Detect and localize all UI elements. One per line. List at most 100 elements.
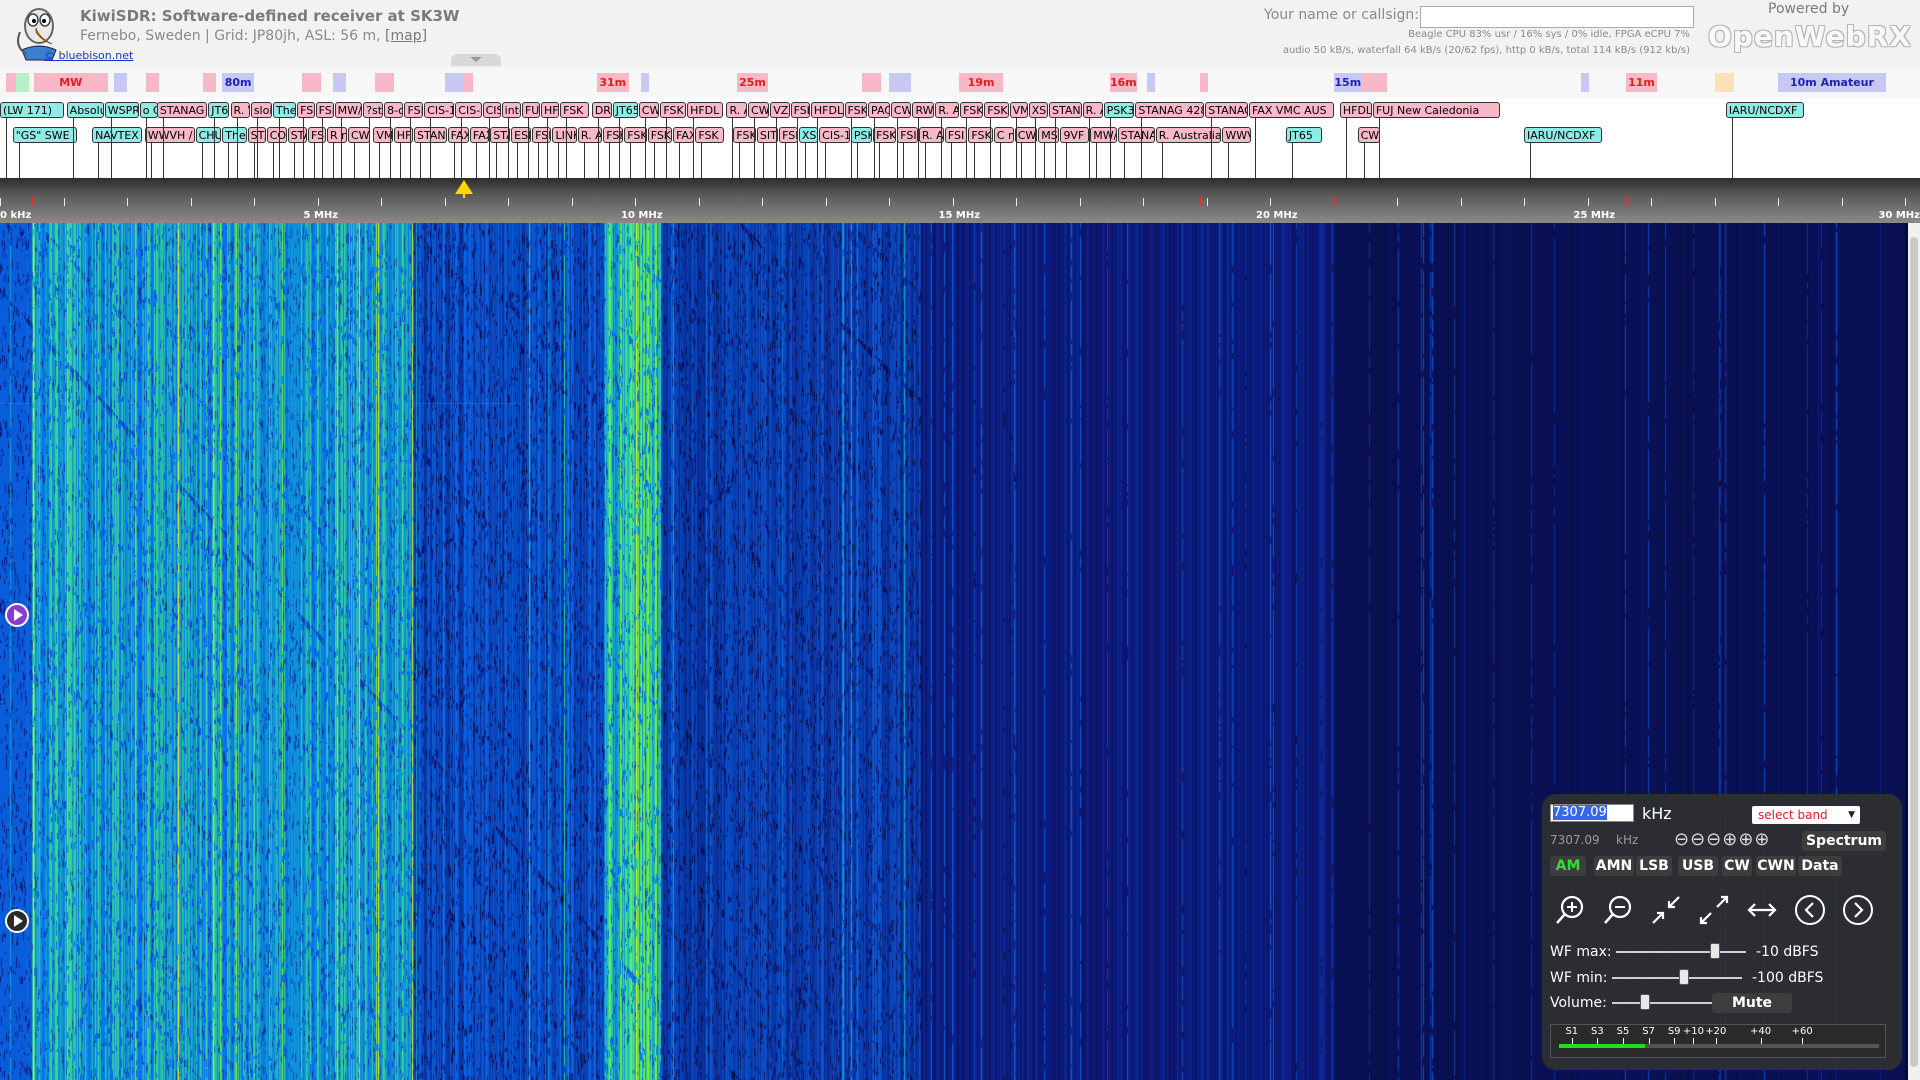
openwebrx-logo[interactable]: OpenWebRX xyxy=(1708,20,1912,53)
dx-station-label[interactable]: PAC xyxy=(868,102,890,118)
dx-station-label[interactable]: FSK xyxy=(873,127,897,143)
dx-station-label[interactable]: FSK xyxy=(960,102,984,118)
dx-station-label[interactable]: R. A xyxy=(918,127,944,143)
scrollbar-thumb[interactable] xyxy=(1910,237,1918,1067)
dx-station-label[interactable]: VM xyxy=(1009,102,1028,118)
callsign-input[interactable] xyxy=(1420,6,1694,28)
band-31m[interactable]: 31m xyxy=(596,73,629,92)
dx-station-label[interactable]: C n xyxy=(993,127,1014,143)
band-segment[interactable] xyxy=(1714,73,1734,92)
dx-station-label[interactable]: CIS-1 xyxy=(819,127,850,143)
dx-station-label[interactable]: FSK xyxy=(404,102,424,118)
band-11m[interactable]: 11m xyxy=(1625,73,1658,92)
credit-text[interactable]: © bluebison.net xyxy=(44,49,133,62)
dx-station-label[interactable]: WWV xyxy=(1222,127,1252,143)
band-segment[interactable] xyxy=(114,73,127,92)
dx-station-label[interactable]: CW xyxy=(890,102,912,118)
dx-station-label[interactable]: FAX xyxy=(447,127,469,143)
dx-station-label[interactable]: FAX xyxy=(469,127,490,143)
dx-station-label[interactable]: o C xyxy=(139,102,158,118)
band-segment[interactable] xyxy=(1200,73,1209,92)
dx-station-label[interactable]: LINK xyxy=(552,127,577,143)
band-segment[interactable] xyxy=(6,73,16,92)
dx-station-label[interactable]: R. A xyxy=(935,102,960,118)
dx-station-label[interactable]: STANAG xyxy=(1205,102,1249,118)
band-segment[interactable] xyxy=(203,73,216,92)
dx-station-label[interactable]: (LW 171) xyxy=(0,102,64,118)
dx-station-label[interactable]: CIS- xyxy=(455,102,482,118)
dx-station-label[interactable]: RWI xyxy=(912,102,935,118)
band-mw[interactable]: MW xyxy=(33,73,108,92)
mode-amn-button[interactable]: AMN xyxy=(1594,856,1634,876)
dx-station-label[interactable]: HFDL xyxy=(810,102,844,118)
dx-station-label[interactable]: IARU/NCDXF xyxy=(1725,102,1804,118)
dx-station-label[interactable]: FSK xyxy=(695,127,725,143)
band-segment[interactable] xyxy=(301,73,322,92)
dx-station-label[interactable]: WWVH / xyxy=(144,127,195,143)
dx-station-label[interactable]: WSPR xyxy=(104,102,139,118)
waterfall-scrollbar[interactable] xyxy=(1908,223,1920,1080)
frequency-step-buttons[interactable]: ⊖⊖⊖⊕⊕⊕ xyxy=(1674,829,1771,850)
dx-station-label[interactable]: FSI xyxy=(897,127,918,143)
dx-station-label[interactable]: Absolu xyxy=(66,102,104,118)
play-icon[interactable] xyxy=(5,909,29,933)
dx-station-label[interactable]: XSt xyxy=(798,127,819,143)
band-select[interactable]: select band ▼ xyxy=(1752,806,1860,824)
dx-station-label[interactable]: STANA xyxy=(1117,127,1155,143)
page-right-icon[interactable] xyxy=(1840,892,1876,928)
dx-station-label[interactable]: FSK xyxy=(603,127,624,143)
band-15m[interactable]: 15m xyxy=(1333,73,1363,92)
dx-station-label[interactable]: IARU/NCDXF xyxy=(1524,127,1602,143)
dx-station-label[interactable]: FSI xyxy=(307,127,327,143)
band-25m[interactable]: 25m xyxy=(736,73,769,92)
dx-station-label[interactable]: CIS-1 xyxy=(424,102,455,118)
zoom-max-in-icon[interactable] xyxy=(1648,892,1684,928)
dx-station-label[interactable]: JT65 xyxy=(1285,127,1322,143)
band-10m-amateur[interactable]: 10m Amateur xyxy=(1778,73,1886,92)
dx-station-label[interactable]: CW xyxy=(1357,127,1380,143)
band-segment[interactable] xyxy=(1147,73,1156,92)
dx-station-label[interactable]: CO xyxy=(266,127,287,143)
dx-station-label[interactable]: JT65 xyxy=(208,102,230,118)
dx-station-label[interactable]: MW/ xyxy=(334,102,363,118)
dx-station-label[interactable]: CW xyxy=(1014,127,1037,143)
mode-usb-button[interactable]: USB xyxy=(1678,856,1718,876)
frequency-input-value[interactable]: 7307.09 xyxy=(1553,805,1607,820)
dx-station-label[interactable]: JT65 xyxy=(612,102,638,118)
dx-station-label[interactable]: FSK xyxy=(660,102,687,118)
wf-min-slider-handle[interactable] xyxy=(1678,969,1689,985)
mode-data-button[interactable]: Data xyxy=(1798,856,1842,876)
mode-cwn-button[interactable]: CWN xyxy=(1756,856,1796,876)
dx-station-label[interactable]: ?st xyxy=(363,102,384,118)
dx-station-label[interactable]: HFDL xyxy=(1339,102,1372,118)
dx-station-label[interactable]: The xyxy=(222,127,247,143)
zoom-max-out-icon[interactable] xyxy=(1696,892,1732,928)
play-icon[interactable] xyxy=(5,603,29,627)
dx-station-label[interactable]: FSK xyxy=(624,127,647,143)
mode-cw-button[interactable]: CW xyxy=(1722,856,1752,876)
band-segment[interactable] xyxy=(463,73,474,92)
dx-station-label[interactable]: DRI xyxy=(591,102,612,118)
dx-station-label[interactable]: FSK xyxy=(844,102,868,118)
credit-link[interactable]: © bluebison.net xyxy=(44,49,133,62)
dx-station-label[interactable]: FSK xyxy=(560,102,590,118)
band-segment[interactable] xyxy=(146,73,159,92)
map-link[interactable]: [map] xyxy=(385,28,427,44)
dx-station-label[interactable]: STAN xyxy=(1049,102,1082,118)
band-segment[interactable] xyxy=(374,73,394,92)
dx-station-label[interactable]: HFDL xyxy=(687,102,724,118)
band-19m[interactable]: 19m xyxy=(958,73,1004,92)
dx-station-label[interactable]: 8-c xyxy=(384,102,404,118)
dx-station-label[interactable]: MW/ xyxy=(1090,127,1117,143)
band-select-value[interactable]: select band xyxy=(1758,808,1828,822)
wf-max-slider-handle[interactable] xyxy=(1709,943,1720,959)
wf-max-slider[interactable] xyxy=(1616,951,1746,953)
dx-station-label[interactable]: 9VF xyxy=(1060,127,1090,143)
dx-station-label[interactable]: FAX xyxy=(673,127,695,143)
mode-am-button[interactable]: AM xyxy=(1550,856,1586,876)
band-80m[interactable]: 80m xyxy=(222,73,254,92)
dx-station-label[interactable]: PSK xyxy=(850,127,873,143)
dx-station-label[interactable]: STANAG xyxy=(156,102,207,118)
dx-station-label[interactable]: FSK xyxy=(315,102,334,118)
dx-station-label[interactable]: CIS xyxy=(482,102,501,118)
